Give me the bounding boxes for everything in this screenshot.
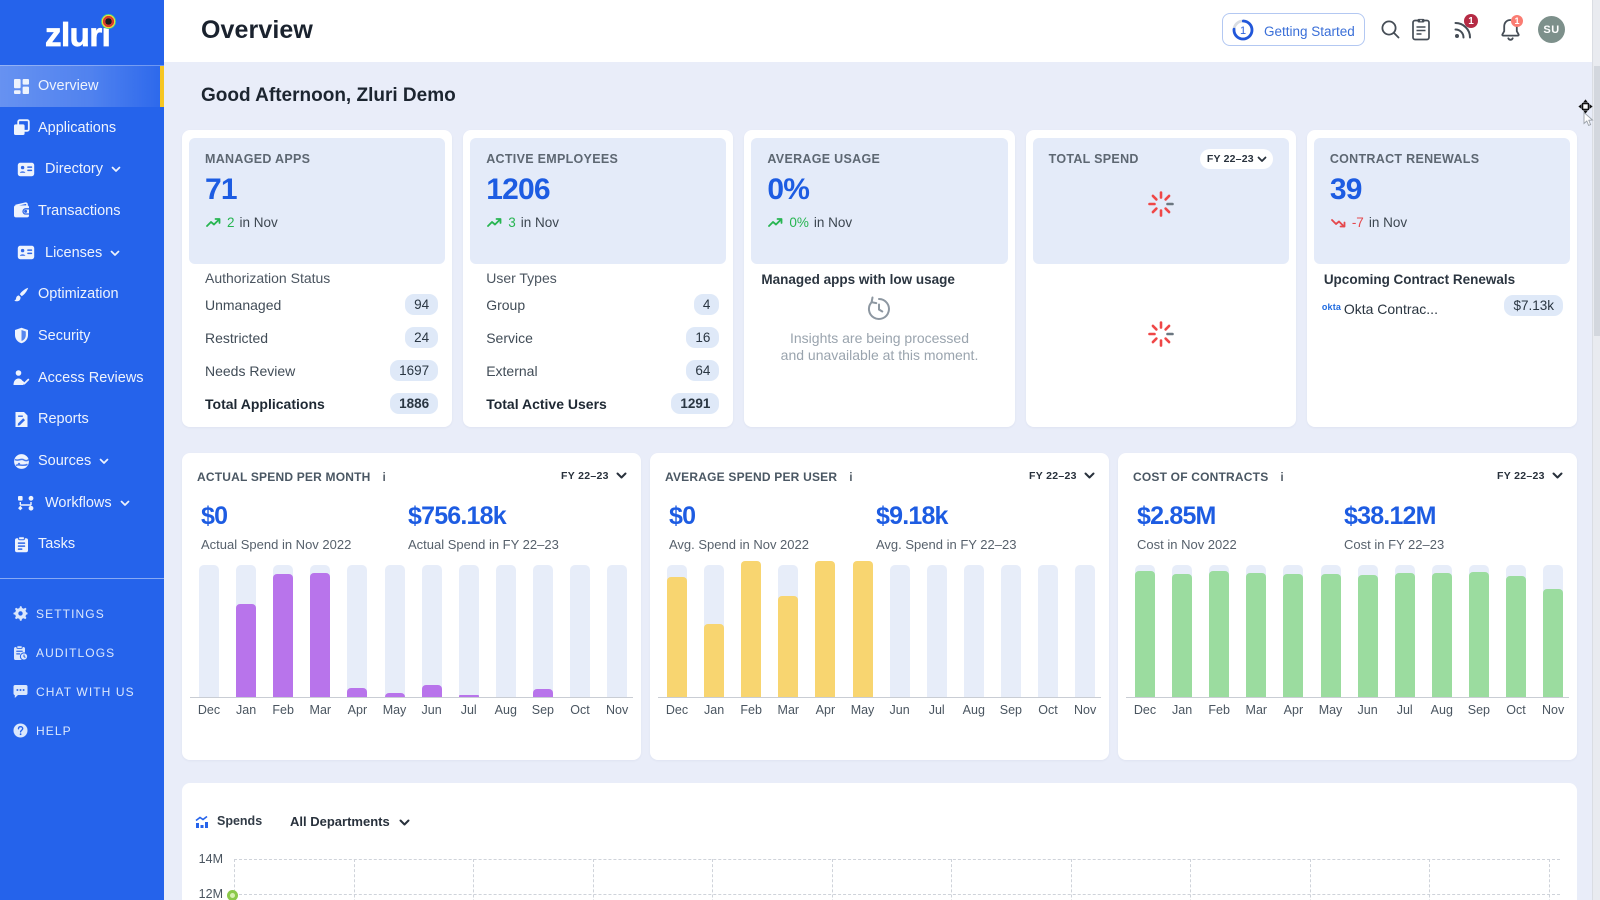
svg-text:1: 1 bbox=[1240, 25, 1246, 37]
